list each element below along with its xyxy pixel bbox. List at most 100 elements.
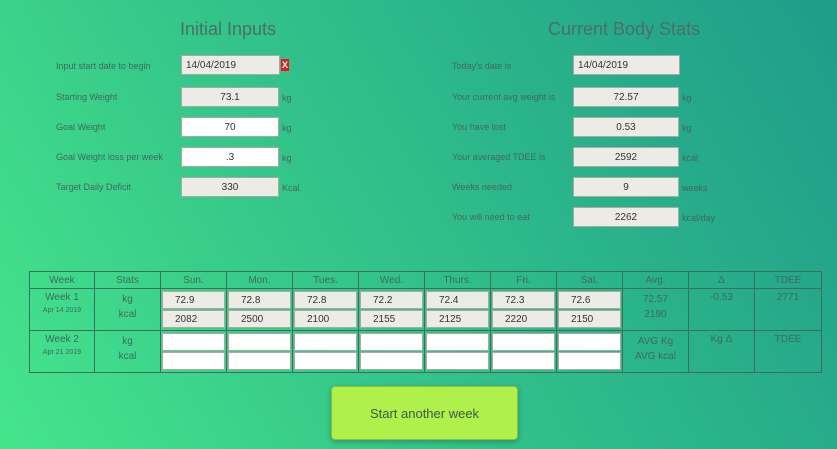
goal-weight-input[interactable]: 70 <box>181 117 279 137</box>
start-date-label: Input start date to begin <box>56 61 151 71</box>
week2-fri-kcal-input[interactable] <box>492 352 555 370</box>
week2-tue-kg-input[interactable] <box>294 333 357 351</box>
lost-unit: kg <box>682 123 692 133</box>
weeks-needed-unit: weeks <box>682 183 708 193</box>
week2-cell: Week 2 Apr 21 2019 <box>29 330 95 373</box>
week1-sat: 72.6 2150 <box>556 288 623 331</box>
need-to-eat-unit: kcal/day <box>682 213 716 223</box>
week2-tdee: TDEE <box>754 330 822 373</box>
initial-inputs-title: Initial Inputs <box>180 19 277 39</box>
week2-avg-cell: AVG Kg AVG kcal <box>622 330 689 373</box>
week2-name: Week 2 <box>45 334 79 345</box>
header-wed: Wed. <box>358 271 425 289</box>
header-fri: Fri. <box>490 271 557 289</box>
week1-sun-kcal[interactable]: 2082 <box>162 310 225 328</box>
header-delta: Δ <box>688 271 755 289</box>
loss-per-week-input[interactable]: .3 <box>181 147 279 167</box>
week1-sat-kg[interactable]: 72.6 <box>558 291 621 309</box>
week1-mon-kg[interactable]: 72.8 <box>228 291 291 309</box>
header-week: Week <box>29 271 95 289</box>
week1-stat-kg: kg <box>122 294 133 305</box>
need-to-eat-label: You will need to eat <box>452 212 530 222</box>
header-tue: Tues. <box>292 271 359 289</box>
week2-tue <box>292 330 359 373</box>
week1-avg-kcal: 2190 <box>644 309 667 320</box>
weeks-needed-label: Weeks needed <box>452 182 512 192</box>
daily-deficit-label: Target Daily Deficit <box>56 182 132 192</box>
table-header-row: Week Stats Sun. Mon. Tues. Wed. Thurs. F… <box>29 271 822 289</box>
week1-thu-kg[interactable]: 72.4 <box>426 291 489 309</box>
week1-avg-kg: 72.57 <box>642 294 669 305</box>
start-another-week-button[interactable]: Start another week <box>331 386 518 440</box>
starting-weight-label: Starting Weight <box>56 92 118 102</box>
week1-tue-kcal[interactable]: 2100 <box>294 310 357 328</box>
avg-weight-unit: kg <box>682 93 692 103</box>
loss-per-week-label: Goal Weight loss per week <box>56 152 163 162</box>
week1-date: Apr 14 2019 <box>42 307 82 314</box>
week2-sun-kcal-input[interactable] <box>162 352 225 370</box>
week1-fri-kg[interactable]: 72.3 <box>492 291 555 309</box>
week2-sat <box>556 330 623 373</box>
header-stats: Stats <box>94 271 161 289</box>
week2-stat-kg: kg <box>122 336 133 347</box>
daily-deficit-field: 330 <box>181 177 279 197</box>
week2-thu-kg-input[interactable] <box>426 333 489 351</box>
start-date-input[interactable]: 14/04/2019 <box>181 55 280 75</box>
week1-stat-kcal: kcal <box>118 309 137 320</box>
week1-sat-kcal[interactable]: 2150 <box>558 310 621 328</box>
week1-tdee: 2771 <box>754 288 822 331</box>
lost-field: 0.53 <box>573 117 679 137</box>
week2-sun <box>160 330 227 373</box>
week2-wed <box>358 330 425 373</box>
tdee-label: Your averaged TDEE is <box>452 152 546 162</box>
week1-thu: 72.4 2125 <box>424 288 491 331</box>
week1-mon-kcal[interactable]: 2500 <box>228 310 291 328</box>
header-tdee: TDEE <box>754 271 822 289</box>
lost-label: You have lost <box>452 122 506 132</box>
week1-tue-kg[interactable]: 72.8 <box>294 291 357 309</box>
week2-mon <box>226 330 293 373</box>
week1-delta: -0.53 <box>688 288 755 331</box>
week2-stat-kcal: kcal <box>118 351 137 362</box>
week2-mon-kg-input[interactable] <box>228 333 291 351</box>
week2-stats-cell: kg kcal <box>94 330 161 373</box>
need-to-eat-field: 2262 <box>573 207 679 227</box>
week1-sun: 72.9 2082 <box>160 288 227 331</box>
avg-weight-label: Your current avg weight is <box>452 92 556 102</box>
avg-weight-field: 72.57 <box>573 87 679 107</box>
week1-wed: 72.2 2155 <box>358 288 425 331</box>
clear-date-icon[interactable]: X <box>281 59 289 71</box>
weeks-needed-field: 9 <box>573 177 679 197</box>
week1-fri-kcal[interactable]: 2220 <box>492 310 555 328</box>
week2-sun-kg-input[interactable] <box>162 333 225 351</box>
week1-sun-kg[interactable]: 72.9 <box>162 291 225 309</box>
week2-thu-kcal-input[interactable] <box>426 352 489 370</box>
current-stats-title: Current Body Stats <box>548 19 701 39</box>
week1-name: Week 1 <box>45 292 79 303</box>
week2-wed-kg-input[interactable] <box>360 333 423 351</box>
week1-wed-kcal[interactable]: 2155 <box>360 310 423 328</box>
week2-sat-kcal-input[interactable] <box>558 352 621 370</box>
goal-weight-unit: kg <box>282 123 292 133</box>
week2-sat-kg-input[interactable] <box>558 333 621 351</box>
week1-mon: 72.8 2500 <box>226 288 293 331</box>
week1-thu-kcal[interactable]: 2125 <box>426 310 489 328</box>
loss-per-week-unit: kg <box>282 153 292 163</box>
tdee-field: 2592 <box>573 147 679 167</box>
week1-wed-kg[interactable]: 72.2 <box>360 291 423 309</box>
week2-delta: Kg Δ <box>688 330 755 373</box>
starting-weight-field: 73.1 <box>181 87 279 107</box>
week2-wed-kcal-input[interactable] <box>360 352 423 370</box>
starting-weight-unit: kg <box>282 93 292 103</box>
header-sat: Sat. <box>556 271 623 289</box>
weekly-log-table: Week Stats Sun. Mon. Tues. Wed. Thurs. F… <box>29 271 822 373</box>
table-row: Week 1 Apr 14 2019 kg kcal 72.9 2082 72.8… <box>29 288 822 331</box>
week2-mon-kcal-input[interactable] <box>228 352 291 370</box>
week2-fri-kg-input[interactable] <box>492 333 555 351</box>
week1-avg-cell: 72.57 2190 <box>622 288 689 331</box>
week1-stats-cell: kg kcal <box>94 288 161 331</box>
week2-tue-kcal-input[interactable] <box>294 352 357 370</box>
goal-weight-label: Goal Weight <box>56 122 106 132</box>
today-date-field: 14/04/2019 <box>573 55 680 75</box>
daily-deficit-unit: Kcal. <box>282 183 303 193</box>
